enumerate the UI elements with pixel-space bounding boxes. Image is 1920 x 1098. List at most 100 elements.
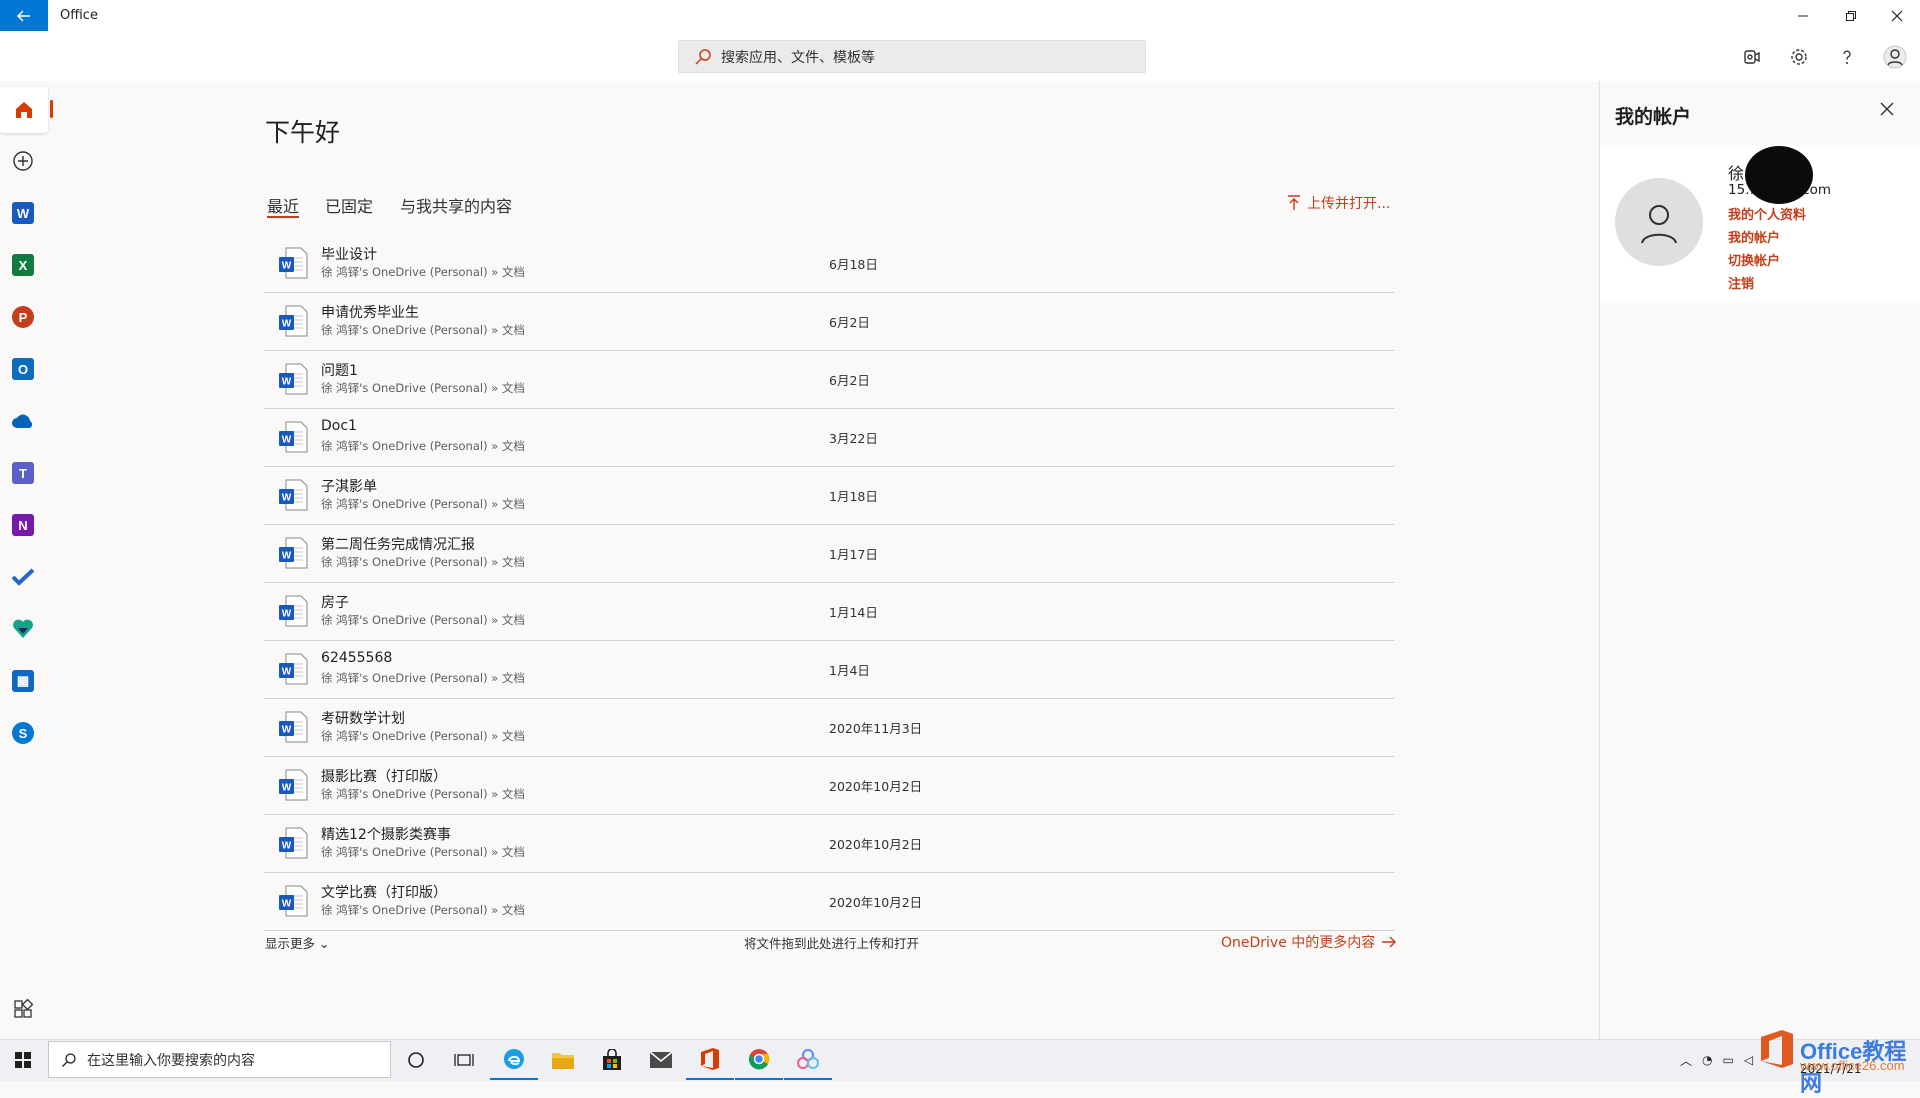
taskbar-mail[interactable] <box>637 1040 685 1080</box>
rail-excel[interactable]: X <box>0 242 46 288</box>
file-row[interactable]: W 精选12个摄影类赛事徐 鸿铎's OneDrive (Personal) » … <box>264 815 1394 873</box>
cortana-button[interactable] <box>392 1040 440 1080</box>
title-bar <box>0 0 1920 31</box>
rail-powerpoint[interactable]: P <box>0 294 46 340</box>
file-location: 徐 鸿铎's OneDrive (Personal) » 文档 <box>321 787 525 801</box>
network-icon: ◔ <box>1702 1053 1713 1067</box>
tab-recent[interactable]: 最近 <box>267 193 299 217</box>
rail-teams[interactable]: T <box>0 450 46 496</box>
taskbar-store[interactable] <box>588 1040 636 1080</box>
my-account-link[interactable]: 我的帐户 <box>1728 227 1780 246</box>
more-in-onedrive-link[interactable]: OneDrive 中的更多内容 <box>1221 932 1397 952</box>
more-in-onedrive-label: OneDrive 中的更多内容 <box>1221 935 1376 951</box>
file-date: 6月2日 <box>829 315 870 330</box>
minimize-button[interactable] <box>1780 0 1826 31</box>
account-button[interactable] <box>1878 40 1912 74</box>
file-date: 6月2日 <box>829 373 870 388</box>
teams-icon: T <box>12 462 34 484</box>
cortana-icon <box>408 1052 424 1068</box>
file-row[interactable]: W 申请优秀毕业生徐 鸿铎's OneDrive (Personal) » 文档 6… <box>264 293 1394 351</box>
file-row[interactable]: W 62455568 徐 鸿铎's OneDrive (Personal) » 文档… <box>264 641 1394 699</box>
search-box[interactable]: 搜索应用、文件、模板等 <box>678 40 1146 73</box>
switch-account-link[interactable]: 切换帐户 <box>1728 250 1780 269</box>
user-icon <box>1641 205 1677 244</box>
sign-out-link[interactable]: 注销 <box>1728 273 1754 292</box>
rail-word[interactable]: W <box>0 190 46 236</box>
file-name: 申请优秀毕业生 <box>321 305 419 321</box>
file-location: 徐 鸿铎's OneDrive (Personal) » 文档 <box>321 729 525 743</box>
app-icon <box>797 1049 819 1069</box>
folder-icon <box>552 1053 574 1069</box>
rail-outlook[interactable]: O <box>0 346 46 392</box>
restore-button[interactable] <box>1828 0 1874 31</box>
file-date: 2020年10月2日 <box>829 895 923 910</box>
file-date: 1月14日 <box>829 605 878 620</box>
show-more-label: 显示更多 <box>265 936 316 951</box>
word-doc-icon: W <box>279 653 308 685</box>
file-row[interactable]: W 摄影比赛（打印版） 徐 鸿铎's OneDrive (Personal) » 文… <box>264 757 1394 815</box>
taskbar-office[interactable] <box>686 1040 734 1080</box>
taskbar-chrome[interactable] <box>735 1040 783 1080</box>
task-view-button[interactable] <box>440 1040 488 1080</box>
file-row[interactable]: W 子淇影单徐 鸿铎's OneDrive (Personal) » 文档 1月18… <box>264 467 1394 525</box>
rail-all-apps[interactable] <box>0 986 46 1032</box>
svg-text:W: W <box>282 725 292 736</box>
file-date: 1月4日 <box>829 663 870 678</box>
rail-calendar[interactable]: ▦ <box>0 658 46 704</box>
svg-text:W: W <box>282 899 292 910</box>
show-more-button[interactable]: 显示更多 ⌄ <box>265 933 329 952</box>
file-location: 徐 鸿铎's OneDrive (Personal) » 文档 <box>321 381 525 395</box>
file-row[interactable]: W 房子徐 鸿铎's OneDrive (Personal) » 文档 1月14日 <box>264 583 1394 641</box>
svg-text:W: W <box>282 261 292 272</box>
settings-button[interactable] <box>1782 40 1816 74</box>
skype-icon: S <box>12 722 34 744</box>
close-window-button[interactable] <box>1874 0 1920 31</box>
tab-shared[interactable]: 与我共享的内容 <box>400 193 512 217</box>
file-name: 考研数学计划 <box>321 711 405 727</box>
rail-create[interactable] <box>0 138 46 184</box>
word-doc-icon: W <box>279 827 308 859</box>
svg-text:W: W <box>282 783 292 794</box>
file-name: 第二周任务完成情况汇报 <box>321 537 475 553</box>
file-date: 2020年10月2日 <box>829 779 923 794</box>
svg-text:W: W <box>282 493 292 504</box>
profile-link[interactable]: 我的个人资料 <box>1728 204 1806 223</box>
file-row[interactable]: W 考研数学计划徐 鸿铎's OneDrive (Personal) » 文档 20… <box>264 699 1394 757</box>
add-circle-icon <box>13 151 33 171</box>
taskbar-file-explorer[interactable] <box>539 1040 587 1080</box>
rail-todo[interactable] <box>0 554 46 600</box>
onenote-icon: N <box>12 514 34 536</box>
chevron-up-icon: ︿ <box>1680 1053 1693 1068</box>
taskbar-search[interactable]: 在这里输入你要搜索的内容 <box>48 1041 391 1078</box>
file-name: 62455568 <box>321 650 393 666</box>
file-row[interactable]: W 问题1 徐 鸿铎's OneDrive (Personal) » 文档 6月2日 <box>264 351 1394 409</box>
rail-family-safety[interactable] <box>0 606 46 652</box>
file-row[interactable]: W Doc1 徐 鸿铎's OneDrive (Personal) » 文档 3月22… <box>264 409 1394 467</box>
taskbar-app[interactable] <box>784 1040 832 1080</box>
file-row[interactable]: W 第二周任务完成情况汇报徐 鸿铎's OneDrive (Personal) »… <box>264 525 1394 583</box>
help-button[interactable] <box>1830 40 1864 74</box>
rail-home[interactable] <box>0 87 48 133</box>
taskbar-edge[interactable] <box>490 1040 538 1080</box>
feedback-button[interactable] <box>1735 40 1769 74</box>
back-button[interactable] <box>0 0 48 31</box>
close-panel-button[interactable] <box>1880 100 1894 121</box>
file-row[interactable]: W 毕业设计徐 鸿铎's OneDrive (Personal) » 文档 6月18… <box>264 235 1394 293</box>
word-doc-icon: W <box>279 711 308 743</box>
onedrive-icon <box>12 414 33 428</box>
tab-pinned[interactable]: 已固定 <box>325 193 373 217</box>
taskbar-search-placeholder: 在这里输入你要搜索的内容 <box>87 1052 255 1069</box>
rail-onedrive[interactable] <box>0 398 46 444</box>
store-icon <box>603 1049 621 1070</box>
file-name: 子淇影单 <box>321 479 377 495</box>
upload-icon <box>1288 195 1300 210</box>
rail-skype[interactable]: S <box>0 710 46 756</box>
rail-onenote[interactable]: N <box>0 502 46 548</box>
volume-icon: ◁ <box>1743 1053 1754 1067</box>
upload-open-button[interactable]: 上传并打开... <box>1287 193 1390 213</box>
gear-icon <box>1791 49 1807 65</box>
file-date: 3月22日 <box>829 431 878 446</box>
file-row[interactable]: W 文学比赛（打印版） 徐 鸿铎's OneDrive (Personal) » 文… <box>264 873 1394 931</box>
search-placeholder: 搜索应用、文件、模板等 <box>721 49 875 66</box>
start-button[interactable] <box>0 1040 46 1080</box>
